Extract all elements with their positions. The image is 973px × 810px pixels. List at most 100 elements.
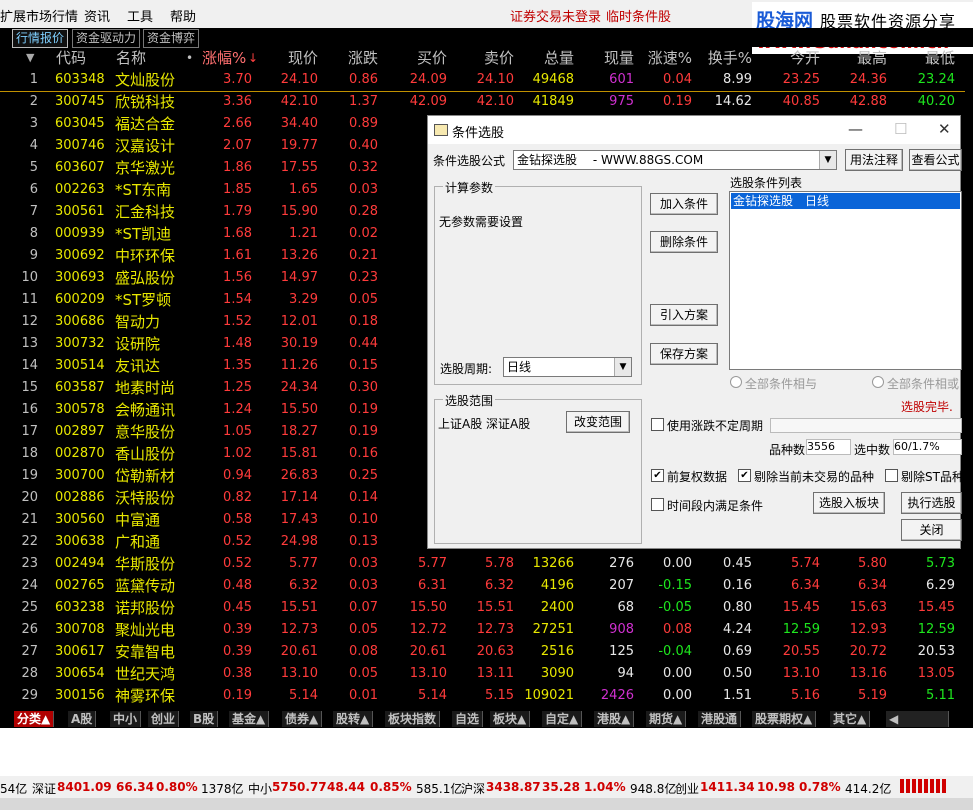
table-row[interactable]: 1 603348 文灿股份 3.70 24.10 0.86 24.09 24.10 49468 6… <box>0 69 965 92</box>
table-row[interactable]: 27 300617 安靠智电 0.39 20.61 0.08 20.61 20.63 2516 1… <box>0 641 965 663</box>
menu-help[interactable]: 帮助 <box>170 6 196 25</box>
table-row[interactable]: 26 300708 聚灿光电 0.39 12.73 0.05 12.72 12.73 27251… <box>0 619 965 641</box>
dialog-titlebar[interactable]: 条件选股 — ☐ ✕ <box>428 116 960 144</box>
tab-custom[interactable]: 自定▲ <box>542 711 583 727</box>
table-row[interactable]: 29 300156 神雾环保 0.19 5.14 0.01 5.14 5.15 109021 24… <box>0 685 965 707</box>
cell-diff: 0.19 <box>349 424 378 439</box>
cell-diff: 0.07 <box>349 600 378 615</box>
tab-capital-game[interactable]: 资金博弈 <box>143 29 200 48</box>
add-condition-button[interactable]: 加入条件 <box>650 193 718 215</box>
tab-watchlist[interactable]: 自选 <box>452 711 484 727</box>
radio-and[interactable] <box>730 376 742 388</box>
save-scheme-button[interactable]: 保存方案 <box>650 343 718 365</box>
trade-login-status[interactable]: 证券交易未登录 <box>510 6 601 25</box>
cell-price: 5.14 <box>289 688 318 703</box>
table-row[interactable]: 24 002765 蓝黛传动 0.48 6.32 0.03 6.31 6.32 4196 207 -… <box>0 575 965 597</box>
uncertain-period-checkbox[interactable] <box>651 418 664 431</box>
menu-market[interactable]: 扩展市场行情 <box>0 6 78 25</box>
cell-high: 42.88 <box>849 94 887 109</box>
delete-condition-button[interactable]: 删除条件 <box>650 231 718 253</box>
tab-futures[interactable]: 期货▲ <box>646 711 687 727</box>
header-sell[interactable]: 卖价 <box>452 47 514 69</box>
table-row[interactable]: 23 002494 华斯股份 0.52 5.77 0.03 5.77 5.78 13266 276… <box>0 553 965 575</box>
status-zx-label[interactable]: 中小 <box>248 780 272 797</box>
table-row[interactable]: 25 603238 诺邦股份 0.45 15.51 0.07 15.50 15.51 2400 6… <box>0 597 965 619</box>
tab-sme[interactable]: 中小 <box>110 711 142 727</box>
done-status: 选股完毕. <box>901 400 953 414</box>
close-icon[interactable]: ✕ <box>938 120 951 138</box>
sort-arrow-icon[interactable]: ▼ <box>26 47 34 69</box>
cell-diff: 0.28 <box>349 204 378 219</box>
status-hs-label[interactable]: 沪深 <box>461 780 485 797</box>
add-to-block-button[interactable]: 选股入板块 <box>813 492 885 514</box>
menu-news[interactable]: 资讯 <box>84 6 110 25</box>
radio-or[interactable] <box>872 376 884 388</box>
table-row[interactable]: 28 300654 世纪天鸿 0.38 13.10 0.05 13.10 13.11 3090 9… <box>0 663 965 685</box>
cell-speed: 0.00 <box>663 556 692 571</box>
cell-cur: 125 <box>609 644 634 659</box>
status-sz-label[interactable]: 深证 <box>32 780 56 797</box>
cell-name: 世纪天鸿 <box>115 665 176 683</box>
cell-code: 002494 <box>55 556 105 571</box>
header-volume[interactable]: 总量 <box>512 47 574 69</box>
cell-name: *ST罗顿 <box>115 291 172 309</box>
market-signal-icon[interactable] <box>900 779 946 793</box>
tab-sector[interactable]: 板块▲ <box>490 711 531 727</box>
chevron-down-icon[interactable]: ▼ <box>614 358 631 376</box>
header-buy[interactable]: 买价 <box>385 47 447 69</box>
temp-condition-stock[interactable]: 临时条件股 <box>606 6 671 25</box>
tab-chinext[interactable]: 创业 <box>148 711 180 727</box>
tab-b-share[interactable]: B股 <box>190 711 219 727</box>
pre-reinstate-checkbox[interactable]: ✔ <box>651 469 664 482</box>
usage-notes-button[interactable]: 用法注释 <box>845 149 903 171</box>
header-high[interactable]: 最高 <box>825 47 887 69</box>
tab-other[interactable]: 其它▲ <box>830 711 871 727</box>
header-cur-vol[interactable]: 现量 <box>572 47 634 69</box>
execute-select-button[interactable]: 执行选股 <box>901 492 962 514</box>
cell-i: 20 <box>21 490 38 505</box>
formula-select[interactable]: 金钻探选股 - WWW.88GS.COM ▼ <box>513 150 837 170</box>
import-scheme-button[interactable]: 引入方案 <box>650 304 718 326</box>
menu-tools[interactable]: 工具 <box>127 6 153 25</box>
header-speed[interactable]: 涨速% <box>630 47 692 69</box>
header-chg-pct[interactable]: 涨幅% <box>202 47 246 69</box>
tab-scroll-left-icon[interactable]: ◀ <box>886 711 949 727</box>
header-low[interactable]: 最低 <box>893 47 955 69</box>
tab-category[interactable]: 分类▲ <box>14 711 55 727</box>
header-code[interactable]: 代码 <box>56 47 86 69</box>
tab-options[interactable]: 股票期权▲ <box>752 711 817 727</box>
tab-hk[interactable]: 港股▲ <box>594 711 635 727</box>
tab-a-share[interactable]: A股 <box>68 711 97 727</box>
dialog-app-icon <box>434 124 448 136</box>
close-button[interactable]: 关闭 <box>901 519 962 541</box>
condition-list[interactable]: 金钻探选股 日线 <box>729 191 962 370</box>
tab-capital-drive[interactable]: 资金驱动力 <box>72 29 141 48</box>
header-diff[interactable]: 涨跌 <box>316 47 378 69</box>
cell-chg: 3.70 <box>223 72 252 87</box>
chevron-down-icon[interactable]: ▼ <box>819 151 836 169</box>
period-select[interactable]: 日线 ▼ <box>503 357 632 377</box>
status-cy-label[interactable]: 创业 <box>675 780 699 797</box>
view-formula-button[interactable]: 查看公式 <box>909 149 962 171</box>
tab-fund[interactable]: 基金▲ <box>229 711 270 727</box>
header-open[interactable]: 今开 <box>758 47 820 69</box>
tab-sector-index[interactable]: 板块指数 <box>385 711 441 727</box>
tab-hk-connect[interactable]: 港股通 <box>698 711 742 727</box>
table-row[interactable]: 2 300745 欣锐科技 3.36 42.10 1.37 42.09 42.10 41849 9… <box>0 91 965 113</box>
status-cy-value: 1411.34 <box>700 780 755 794</box>
tab-bond[interactable]: 债券▲ <box>282 711 323 727</box>
exclude-untraded-checkbox[interactable]: ✔ <box>738 469 751 482</box>
radio-and-label: 全部条件相与 <box>745 377 818 391</box>
header-price[interactable]: 现价 <box>256 47 318 69</box>
header-name[interactable]: 名称 <box>116 47 146 69</box>
cell-chg: 0.39 <box>223 622 252 637</box>
exclude-st-checkbox[interactable] <box>885 469 898 482</box>
condition-list-item[interactable]: 金钻探选股 日线 <box>731 193 960 209</box>
tab-quotes[interactable]: 行情报价 <box>12 29 69 48</box>
time-period-checkbox[interactable] <box>651 498 664 511</box>
header-turnover[interactable]: 换手% <box>690 47 752 69</box>
change-range-button[interactable]: 改变范围 <box>566 411 630 433</box>
minimize-icon[interactable]: — <box>848 120 863 138</box>
cell-price: 6.32 <box>289 578 318 593</box>
tab-neeq[interactable]: 股转▲ <box>333 711 374 727</box>
